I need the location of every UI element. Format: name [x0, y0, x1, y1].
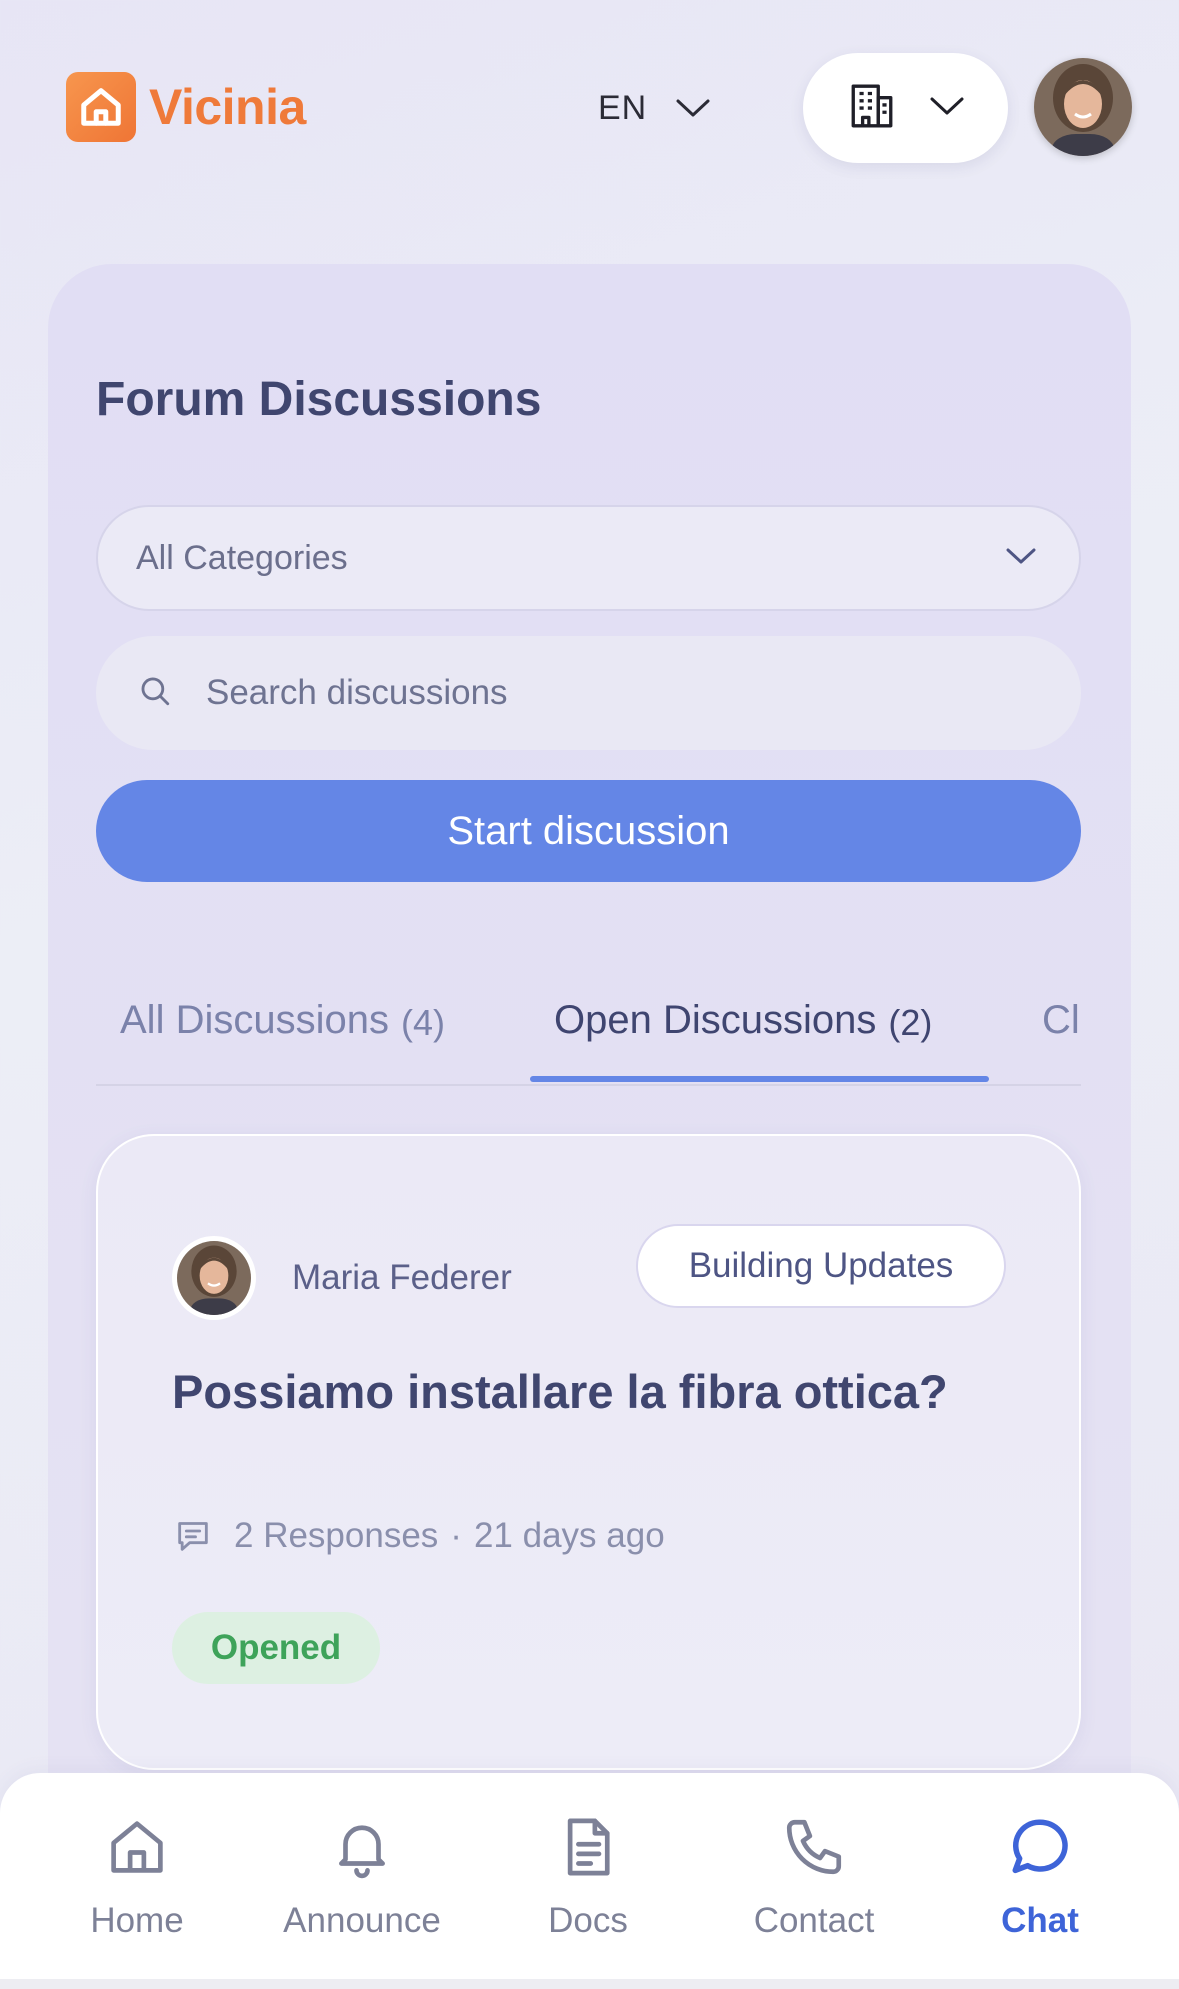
- nav-item-contact[interactable]: Contact: [714, 1807, 914, 1957]
- category-select[interactable]: All Categories: [96, 505, 1081, 611]
- tab-count: (4): [400, 1002, 445, 1043]
- discussion-tabs: All Discussions (4) Open Discussions (2)…: [96, 990, 1081, 1086]
- bell-icon: [329, 1807, 395, 1887]
- brand-logo[interactable]: Vicinia: [66, 72, 306, 142]
- nav-item-announce[interactable]: Announce: [262, 1807, 462, 1957]
- category-select-value: All Categories: [136, 538, 348, 577]
- bottom-nav: Home Announce Docs Contact Chat: [0, 1773, 1179, 1989]
- active-tab-indicator: [530, 1076, 989, 1082]
- search-input[interactable]: [206, 673, 1006, 713]
- phone-icon: [781, 1807, 847, 1887]
- meta-separator: ·: [450, 1516, 462, 1555]
- discussion-meta: 2 Responses · 21 days ago: [172, 1516, 665, 1556]
- status-badge: Opened: [172, 1612, 380, 1684]
- house-logo-icon: [66, 72, 136, 142]
- discussion-age: 21 days ago: [473, 1516, 665, 1555]
- tab-label: Cl: [1042, 998, 1080, 1042]
- nav-label: Home: [90, 1901, 184, 1940]
- language-selector[interactable]: EN: [598, 80, 711, 136]
- tab-open-discussions[interactable]: Open Discussions (2): [554, 990, 932, 1084]
- app-header: Vicinia EN: [0, 0, 1179, 200]
- category-badge: Building Updates: [636, 1224, 1006, 1308]
- tab-closed-discussions[interactable]: Cl: [1042, 990, 1080, 1084]
- chevron-down-icon: [675, 89, 711, 128]
- tab-all-discussions[interactable]: All Discussions (4): [120, 990, 445, 1084]
- tab-label: Open Discussions: [554, 998, 877, 1042]
- search-icon: [138, 674, 172, 713]
- nav-label: Announce: [283, 1901, 441, 1940]
- brand-name: Vicinia: [149, 79, 306, 135]
- nav-label: Contact: [753, 1901, 875, 1940]
- page-title: Forum Discussions: [96, 373, 542, 426]
- discussion-card[interactable]: Maria Federer Building Updates Possiamo …: [96, 1134, 1081, 1770]
- tab-label: All Discussions: [120, 998, 389, 1042]
- author-avatar: [172, 1236, 256, 1320]
- chevron-down-icon: [929, 95, 965, 122]
- author-name: Maria Federer: [292, 1258, 512, 1297]
- responses-count: 2 Responses: [234, 1516, 439, 1555]
- building-icon: [847, 81, 897, 136]
- document-icon: [555, 1807, 621, 1887]
- start-discussion-button[interactable]: Start discussion: [96, 780, 1081, 882]
- home-icon: [104, 1807, 170, 1887]
- building-selector-button[interactable]: [803, 53, 1008, 163]
- home-indicator-bar: [0, 1979, 1179, 1989]
- nav-label: Chat: [1001, 1901, 1079, 1940]
- language-code: EN: [598, 88, 648, 127]
- nav-item-chat[interactable]: Chat: [940, 1807, 1140, 1957]
- chevron-down-icon: [1005, 546, 1037, 571]
- nav-item-home[interactable]: Home: [37, 1807, 237, 1957]
- chat-bubble-icon: [1007, 1807, 1073, 1887]
- nav-label: Docs: [548, 1901, 628, 1940]
- nav-item-docs[interactable]: Docs: [488, 1807, 688, 1957]
- tab-count: (2): [888, 1002, 933, 1043]
- comment-icon: [172, 1516, 214, 1556]
- search-bar[interactable]: [96, 636, 1081, 750]
- user-avatar[interactable]: [1034, 58, 1132, 156]
- discussion-title[interactable]: Possiamo installare la fibra ottica?: [172, 1364, 1032, 1419]
